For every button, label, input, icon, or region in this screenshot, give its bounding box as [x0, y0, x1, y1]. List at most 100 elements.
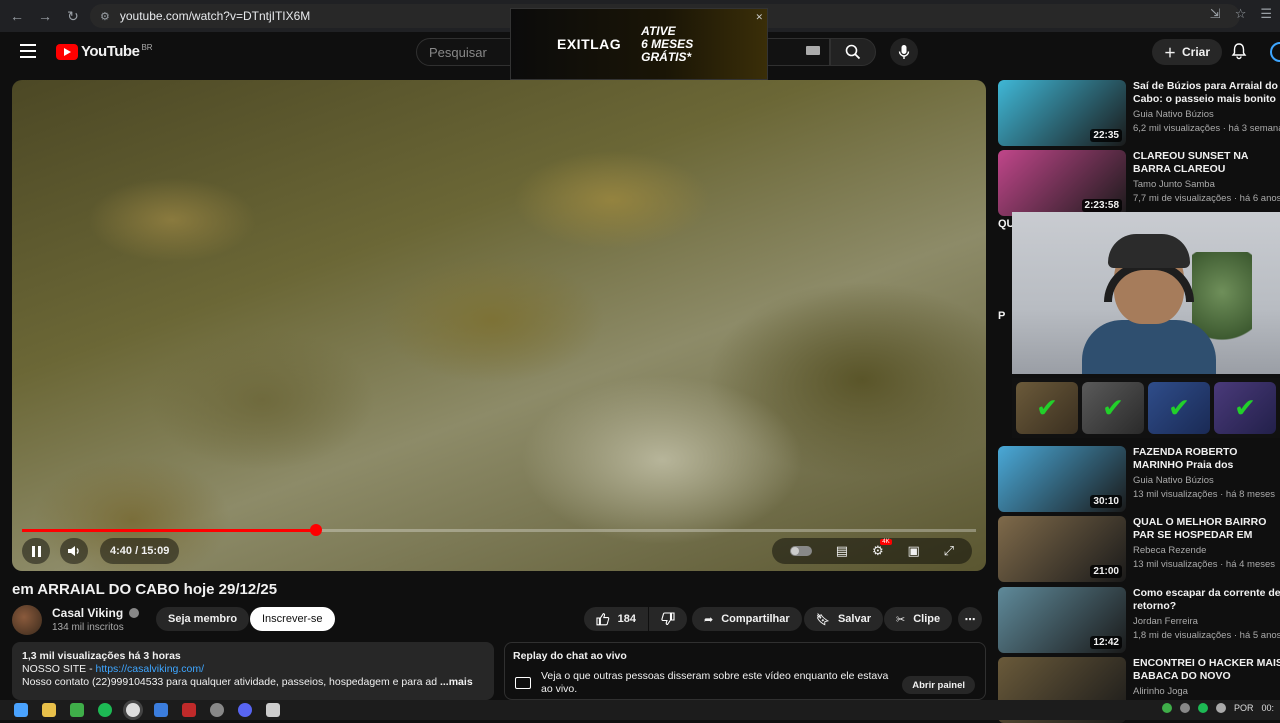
recommendation-thumbnail[interactable]: 21:00: [998, 516, 1126, 582]
subscribe-button[interactable]: Inscrever-se: [250, 607, 335, 631]
ad-line-2: 6 MESES: [641, 36, 694, 51]
windows-taskbar: POR 00:: [0, 700, 1280, 720]
miniplayer-icon[interactable]: ▣: [907, 543, 919, 559]
tray-icon[interactable]: [1161, 703, 1172, 713]
language-indicator[interactable]: POR: [1234, 703, 1254, 713]
chat-replay-box: Replay do chat ao vivo Veja o que outras…: [504, 642, 986, 700]
reading-list-icon[interactable]: ☰: [1260, 6, 1272, 22]
recommendation-meta: 13 mil visualizações · há 8 meses: [1133, 489, 1276, 500]
checkmark-icon: ✔: [1168, 392, 1190, 423]
show-more-link[interactable]: ...mais: [440, 676, 473, 688]
tray-icon[interactable]: [1179, 703, 1190, 713]
recommendation-channel[interactable]: Tamo Junto Samba: [1133, 179, 1215, 190]
tray-icon[interactable]: [1215, 703, 1226, 713]
ad-close-icon: ✕: [755, 12, 763, 22]
keyboard-icon[interactable]: [806, 46, 820, 55]
recommendation-channel[interactable]: Jordan Ferreira: [1133, 616, 1198, 627]
recommendation-item[interactable]: 30:10 FAZENDA ROBERTO MARINHO Praia dos C…: [998, 446, 1280, 512]
video-player[interactable]: 4:40 / 15:09 ▤ ⚙ 4K ▣ ⤢: [12, 80, 986, 571]
progress-bar[interactable]: [22, 524, 976, 536]
scissors-icon: ✂: [896, 613, 906, 626]
check-tile-2: ✔: [1082, 382, 1144, 434]
autoplay-toggle[interactable]: [789, 546, 812, 556]
recommendation-thumbnail[interactable]: 30:10: [998, 446, 1126, 512]
file-explorer-icon[interactable]: [42, 703, 56, 717]
description-box[interactable]: 1,3 mil visualizações há 3 horas NOSSO S…: [12, 642, 494, 700]
recommendation-title[interactable]: CLAREOU SUNSET NA BARRA CLAREOU: [1133, 150, 1280, 176]
subscriber-count: 134 mil inscritos: [52, 622, 124, 633]
notifications-bell-icon[interactable]: [1230, 42, 1248, 60]
settings-gear-icon[interactable]: ⚙ 4K: [872, 539, 892, 559]
fullscreen-icon[interactable]: ⤢: [944, 543, 954, 559]
pause-button[interactable]: [22, 538, 50, 564]
save-button[interactable]: 🔖︎ Salvar: [804, 607, 883, 631]
recommendation-title[interactable]: FAZENDA ROBERTO MARINHO Praia dos Cardei…: [1133, 446, 1280, 472]
forward-icon[interactable]: →: [34, 5, 56, 27]
start-icon[interactable]: [14, 703, 28, 717]
search-button[interactable]: [830, 38, 876, 66]
spotify-icon[interactable]: [98, 703, 112, 717]
video-title: em ARRAIAL DO CABO hoje 29/12/25: [12, 581, 278, 598]
more-actions-icon[interactable]: ⋯: [958, 607, 982, 631]
account-avatar[interactable]: [1270, 42, 1280, 62]
discord-icon[interactable]: [238, 703, 252, 717]
like-button[interactable]: 184: [584, 607, 648, 631]
site-link[interactable]: https://casalviking.com/: [96, 663, 205, 675]
clip-button[interactable]: ✂ Clipe: [884, 607, 953, 631]
recommendation-title[interactable]: Saí de Búzios para Arraial do Cabo: o pa…: [1133, 80, 1280, 106]
recommendation-title[interactable]: QUAL O MELHOR BAIRRO PAR SE HOSPEDAR EM …: [1133, 516, 1280, 542]
recommendation-channel[interactable]: Alirinho Joga: [1133, 686, 1188, 697]
dislike-button[interactable]: [649, 607, 687, 631]
channel-name[interactable]: Casal Viking: [52, 606, 140, 620]
app-icon-3[interactable]: [182, 703, 196, 717]
thumbs-down-icon: [661, 612, 675, 626]
recommendation-item[interactable]: 22:35 Saí de Búzios para Arraial do Cabo:…: [998, 80, 1280, 146]
create-button[interactable]: ＋ Criar: [1152, 39, 1223, 65]
install-app-icon[interactable]: ⇲: [1210, 6, 1221, 22]
app-icon-2[interactable]: [154, 703, 168, 717]
chrome-icon[interactable]: [126, 703, 140, 717]
ad-text: ATIVE 6 MESES GRÁTIS*: [641, 24, 694, 64]
recommendation-thumbnail[interactable]: 12:42: [998, 587, 1126, 653]
time-display: 4:40 / 15:09: [100, 538, 180, 564]
clock[interactable]: 00:: [1261, 703, 1274, 713]
recommendation-duration: 12:42: [1090, 636, 1122, 649]
voice-search-button[interactable]: [890, 38, 918, 66]
youtube-logo[interactable]: YouTube BR: [56, 43, 153, 60]
bookmark-icon: 🔖︎: [816, 613, 830, 626]
checkmark-icon: ✔: [1036, 392, 1058, 423]
app-icon-4[interactable]: [210, 703, 224, 717]
microphone-icon: [898, 45, 910, 59]
recommendation-title[interactable]: ENCONTREI O HACKER MAIS BABACA DO NOVO W…: [1133, 657, 1280, 683]
volume-button[interactable]: [60, 538, 88, 564]
recommendation-thumbnail[interactable]: 22:35: [998, 80, 1126, 146]
url-text: youtube.com/watch?v=DTntjITIX6M: [119, 9, 311, 23]
bookmark-star-icon[interactable]: ☆: [1235, 6, 1247, 22]
recommendation-title[interactable]: Como escapar da corrente de retorno?: [1133, 587, 1280, 613]
reload-icon[interactable]: ↻: [62, 5, 84, 27]
app-icon[interactable]: [70, 703, 84, 717]
recommendation-channel[interactable]: Guia Nativo Búzios: [1133, 475, 1214, 486]
recommendation-item[interactable]: 2:23:58 CLAREOU SUNSET NA BARRA CLAREOU Ta…: [998, 150, 1280, 216]
recommendation-channel[interactable]: Rebeca Rezende: [1133, 545, 1206, 556]
recommendation-thumbnail[interactable]: 2:23:58: [998, 150, 1126, 216]
recommendation-duration: 22:35: [1090, 129, 1122, 142]
recommendation-item[interactable]: 21:00 QUAL O MELHOR BAIRRO PAR SE HOSPEDA…: [998, 516, 1280, 582]
webcam-person: [1074, 232, 1224, 374]
channel-avatar[interactable]: [12, 605, 42, 635]
open-panel-button[interactable]: Abrir painel: [902, 676, 975, 694]
site-settings-icon[interactable]: ⚙: [100, 10, 110, 23]
back-icon[interactable]: ←: [6, 5, 28, 27]
recommendation-meta: 6,2 mil visualizações · há 3 semana: [1133, 123, 1280, 134]
share-button[interactable]: ➦ Compartilhar: [692, 607, 802, 631]
menu-icon[interactable]: [20, 44, 36, 58]
recommendation-channel[interactable]: Guia Nativo Búzios: [1133, 109, 1214, 120]
stream-ad-banner: EXITLAG ATIVE 6 MESES GRÁTIS* ✕: [510, 8, 768, 80]
recommendation-item[interactable]: 12:42 Como escapar da corrente de retorno…: [998, 587, 1280, 653]
recommendation-meta: 7,7 mi de visualizações · há 6 anos: [1133, 193, 1280, 204]
join-button[interactable]: Seja membro: [156, 607, 250, 631]
subtitles-icon[interactable]: ▤: [836, 543, 848, 559]
progress-scrubber[interactable]: [309, 524, 322, 536]
app-icon-5[interactable]: [266, 703, 280, 717]
tray-icon[interactable]: [1197, 703, 1208, 713]
